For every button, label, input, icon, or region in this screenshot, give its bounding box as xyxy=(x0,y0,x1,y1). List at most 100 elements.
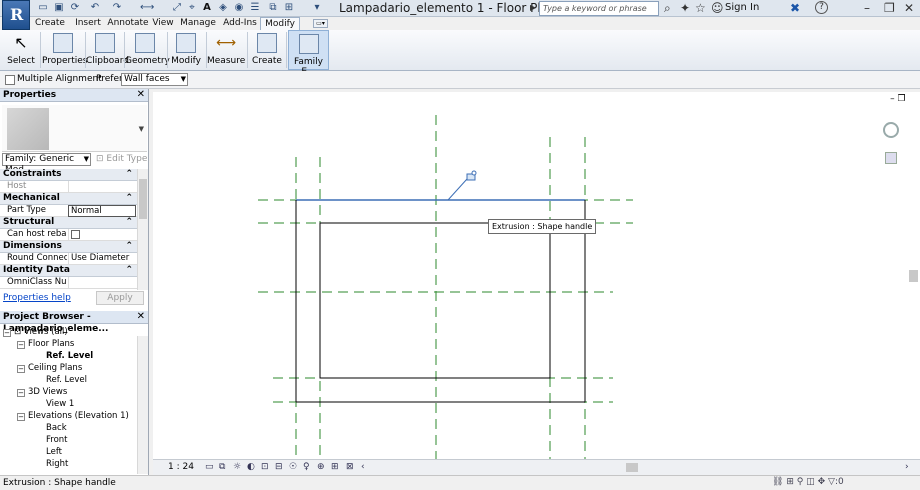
group-constraints[interactable]: Constraints ⌃ xyxy=(0,169,137,181)
tree-item-view-1[interactable]: View 1 xyxy=(46,399,74,409)
tab-view[interactable]: View xyxy=(151,17,175,30)
minimize-icon[interactable]: – xyxy=(890,94,895,104)
geometry-button[interactable]: Geometry xyxy=(125,30,170,70)
crop-view-icon[interactable]: ⊡ xyxy=(261,462,269,472)
sun-path-icon[interactable]: ☼ xyxy=(233,462,241,472)
properties-button[interactable]: Properties xyxy=(42,30,87,70)
sign-in-button[interactable]: Sign In xyxy=(725,2,759,13)
canvas-vertical-scrollbar[interactable] xyxy=(907,92,920,475)
multiple-alignment-checkbox[interactable] xyxy=(5,75,15,85)
shadows-icon[interactable]: ◐ xyxy=(247,462,255,472)
favorites-icon[interactable]: ☆ xyxy=(695,1,706,15)
tab-manage[interactable]: Manage xyxy=(179,17,217,30)
filter-icon[interactable]: ▽ xyxy=(828,477,835,487)
measure-button[interactable]: ⟷ Measure xyxy=(207,30,245,70)
constraints-icon[interactable]: ⊞ xyxy=(331,462,339,472)
family-filter-select[interactable]: Family: Generic Mod ▼ xyxy=(2,153,91,175)
steering-wheel-icon[interactable] xyxy=(883,122,899,138)
tree-item-views[interactable]: − ⊡ Views (all) xyxy=(3,327,68,337)
shape-handle[interactable] xyxy=(447,170,477,201)
clipboard-button[interactable]: Clipboard xyxy=(86,30,129,70)
group-mechanical[interactable]: Mechanical ⌃ xyxy=(0,193,137,205)
can-host-rebar-checkbox[interactable] xyxy=(71,230,80,239)
tree-item-front[interactable]: Front xyxy=(46,435,68,445)
handle-point[interactable] xyxy=(471,170,477,176)
prefer-select[interactable]: Wall faces ▼ xyxy=(121,73,188,86)
switch-windows-icon[interactable]: ⊞ xyxy=(282,2,296,14)
select-links-icon[interactable]: ⛓ xyxy=(772,477,783,487)
undo-icon[interactable]: ↶ xyxy=(88,2,102,14)
scrollbar-thumb[interactable] xyxy=(909,270,918,282)
group-identity-data[interactable]: Identity Data ⌃ xyxy=(0,265,137,277)
tree-item-elevations[interactable]: − Elevations (Elevation 1) xyxy=(17,411,129,421)
group-structural[interactable]: Structural ⌃ xyxy=(0,217,137,229)
sync-icon[interactable]: ⟳ xyxy=(68,2,82,14)
tree-item-ref-level-floor[interactable]: Ref. Level xyxy=(46,351,93,361)
property-row[interactable]: Can host rebar xyxy=(0,229,137,241)
tree-item-3d-views[interactable]: −3D Views xyxy=(17,387,67,397)
user-icon[interactable]: ☺ xyxy=(711,1,724,15)
restore-icon[interactable]: ❐ xyxy=(898,94,906,104)
help-icon[interactable]: ? xyxy=(815,1,828,14)
collapse-icon[interactable]: − xyxy=(17,365,25,373)
highlight-displacement-icon[interactable]: ⊠ xyxy=(346,462,354,472)
property-row[interactable]: Host xyxy=(0,181,137,193)
tab-insert[interactable]: Insert xyxy=(71,17,105,30)
close-icon[interactable]: ✕ xyxy=(137,89,145,101)
restore-icon[interactable]: ❐ xyxy=(884,1,895,15)
chevron-right-icon[interactable]: › xyxy=(905,462,909,472)
select-by-face-icon[interactable]: ◫ xyxy=(806,477,815,487)
minimize-icon[interactable]: – xyxy=(864,1,870,15)
edit-type-button[interactable]: ⊡ Edit Type xyxy=(96,154,147,164)
visual-style-icon[interactable]: ⧉ xyxy=(219,462,225,472)
type-selector-preview[interactable]: ▼ xyxy=(2,105,147,152)
tab-create[interactable]: Create xyxy=(31,17,69,30)
tree-item-left[interactable]: Left xyxy=(46,447,62,457)
text-icon[interactable]: A xyxy=(200,2,214,14)
show-crop-icon[interactable]: ⊟ xyxy=(275,462,283,472)
tree-item-back[interactable]: Back xyxy=(46,423,67,433)
select-underlay-icon[interactable]: ⊞ xyxy=(786,477,794,487)
collapse-icon[interactable]: − xyxy=(3,329,11,337)
tab-annotate[interactable]: Annotate xyxy=(107,17,149,30)
group-dimensions[interactable]: Dimensions ⌃ xyxy=(0,241,137,253)
search-expand-icon[interactable]: ▶ xyxy=(530,3,536,12)
properties-scrollbar[interactable] xyxy=(137,169,148,290)
family-editor-button[interactable]: Family E... xyxy=(288,30,329,77)
open-icon[interactable]: ▭ xyxy=(36,2,50,14)
detail-level-icon[interactable]: ▭ xyxy=(205,462,214,472)
modify-button[interactable]: Modify xyxy=(168,30,204,70)
thin-lines-icon[interactable]: ☰ xyxy=(248,2,262,14)
tab-modify[interactable]: Modify xyxy=(260,17,300,30)
view-scale[interactable]: 1 : 24 xyxy=(168,462,194,472)
project-browser-scrollbar[interactable] xyxy=(137,336,148,474)
temporary-hide-icon[interactable]: ☉ xyxy=(289,462,297,472)
section-icon[interactable]: ◉ xyxy=(232,2,246,14)
measure-icon[interactable]: ⟷ xyxy=(140,2,154,14)
select-pinned-icon[interactable]: ⚲ xyxy=(797,477,804,487)
tree-item-ceiling-plans[interactable]: − Ceiling Plans xyxy=(17,363,82,373)
tree-item-floor-plans[interactable]: − Floor Plans xyxy=(17,339,74,349)
property-row[interactable]: Part Type Normal xyxy=(0,205,137,217)
collapse-icon[interactable]: − xyxy=(17,389,25,397)
qat-dropdown-icon[interactable]: ▾ xyxy=(310,2,324,14)
drawing-area[interactable]: Extrusion : Shape handle – ❐ ✕ xyxy=(153,92,920,475)
reveal-hidden-icon[interactable]: ♀ xyxy=(303,462,310,472)
tree-item-ref-level-ceiling[interactable]: Ref. Level xyxy=(46,375,87,385)
close-hidden-icon[interactable]: ⧉ xyxy=(266,2,280,14)
select-button[interactable]: ↖ Select xyxy=(3,30,39,70)
tab-add-ins[interactable]: Add-Ins xyxy=(221,17,259,30)
close-icon[interactable]: ✕ xyxy=(137,311,145,323)
create-button[interactable]: Create xyxy=(249,30,285,70)
save-icon[interactable]: ▣ xyxy=(52,2,66,14)
dimension-icon[interactable]: ⤢ xyxy=(170,2,184,14)
search-icon[interactable]: ⌕ xyxy=(664,1,671,16)
part-type-field[interactable]: Normal xyxy=(68,205,136,217)
floor-plan-drawing[interactable] xyxy=(153,92,920,475)
property-row[interactable]: Round Connec...Use Diameter xyxy=(0,253,137,265)
collapse-icon[interactable]: − xyxy=(17,341,25,349)
application-menu-button[interactable]: R xyxy=(2,0,30,30)
tag-icon[interactable]: ⌖ xyxy=(185,2,199,14)
close-icon[interactable]: ✕ xyxy=(904,1,914,15)
3d-view-icon[interactable]: ◈ xyxy=(216,2,230,14)
